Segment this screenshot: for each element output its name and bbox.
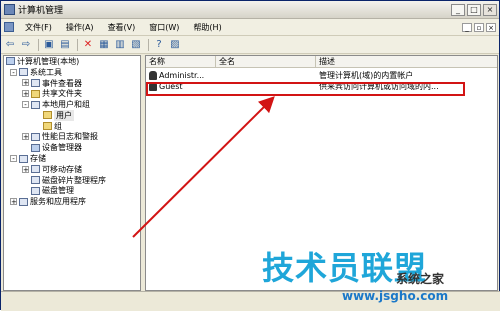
watermark-url: www.jsgho.com xyxy=(342,289,449,303)
watermark-sub: 系统之家 xyxy=(396,272,445,286)
